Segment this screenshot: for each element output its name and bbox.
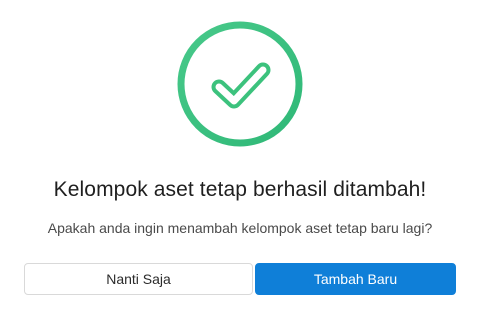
dialog-message: Apakah anda ingin menambah kelompok aset… [47, 220, 433, 236]
add-new-button[interactable]: Tambah Baru [255, 263, 456, 295]
dialog-title: Kelompok aset tetap berhasil ditambah! [53, 178, 427, 201]
success-dialog: Kelompok aset tetap berhasil ditambah! A… [0, 0, 480, 318]
later-button[interactable]: Nanti Saja [24, 263, 253, 295]
check-circle-icon [175, 19, 305, 149]
